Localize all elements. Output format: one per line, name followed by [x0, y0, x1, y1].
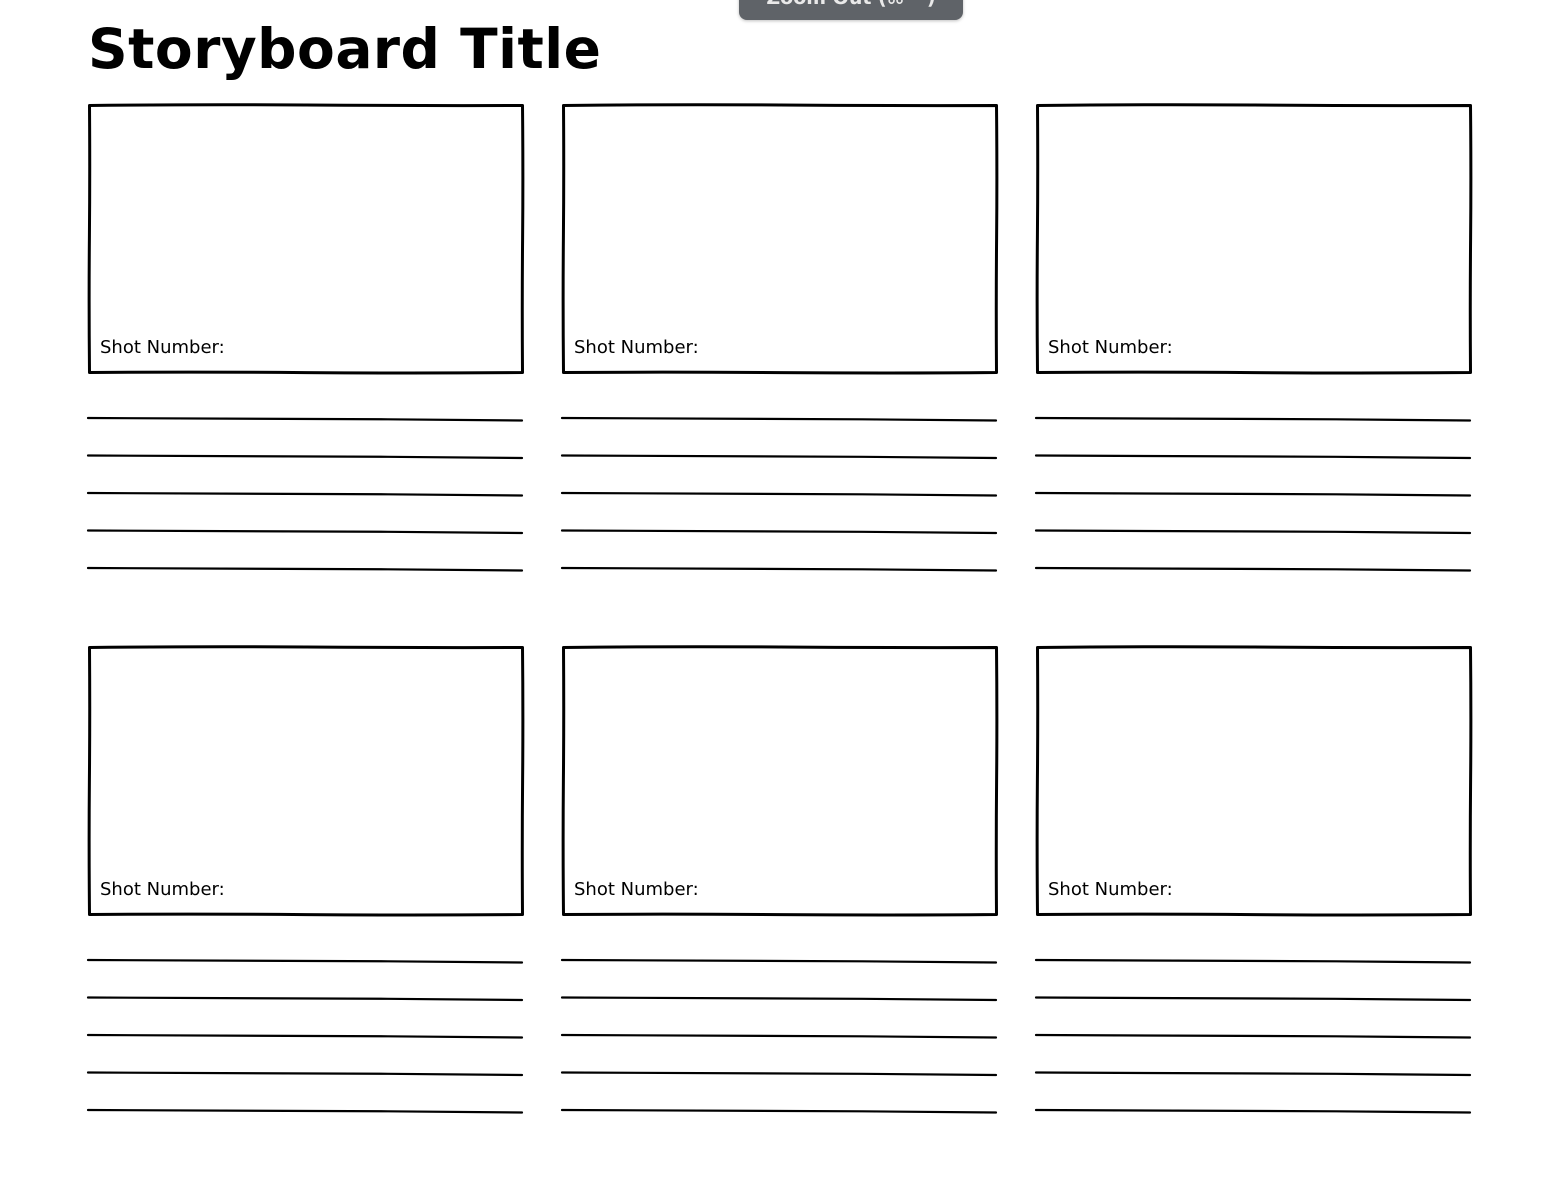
note-lines-drawing: [1034, 958, 1472, 1114]
frame-outline: [561, 103, 999, 375]
notes-lines[interactable]: [86, 950, 524, 1120]
notes-lines[interactable]: [560, 950, 998, 1120]
shot-frame[interactable]: Shot Number:: [87, 645, 525, 917]
shot-number-label: Shot Number:: [1048, 879, 1173, 900]
notes-lines[interactable]: [86, 408, 524, 578]
note-lines-drawing: [86, 958, 524, 1114]
shot-frame[interactable]: Shot Number:: [561, 645, 999, 917]
shot-number-label: Shot Number:: [574, 337, 699, 358]
note-lines-drawing: [86, 416, 524, 572]
tooltip-text: Zoom Out (⌘ −): [766, 0, 935, 8]
note-lines-drawing: [560, 416, 998, 572]
frame-outline: [87, 645, 525, 917]
frame-outline: [561, 645, 999, 917]
notes-lines[interactable]: [1034, 408, 1472, 578]
frame-outline: [87, 103, 525, 375]
shot-number-label: Shot Number:: [574, 879, 699, 900]
shot-number-label: Shot Number:: [100, 879, 225, 900]
frame-outline: [1035, 645, 1473, 917]
notes-lines[interactable]: [1034, 950, 1472, 1120]
page-title[interactable]: Storyboard Title: [88, 14, 601, 84]
shot-number-label: Shot Number:: [1048, 337, 1173, 358]
frame-outline: [1035, 103, 1473, 375]
zoom-out-tooltip: Zoom Out (⌘ −): [739, 0, 963, 20]
shot-frame[interactable]: Shot Number:: [1035, 103, 1473, 375]
shot-number-label: Shot Number:: [100, 337, 225, 358]
note-lines-drawing: [560, 958, 998, 1114]
shot-frame[interactable]: Shot Number:: [1035, 645, 1473, 917]
note-lines-drawing: [1034, 416, 1472, 572]
shot-frame[interactable]: Shot Number:: [561, 103, 999, 375]
notes-lines[interactable]: [560, 408, 998, 578]
shot-frame[interactable]: Shot Number:: [87, 103, 525, 375]
